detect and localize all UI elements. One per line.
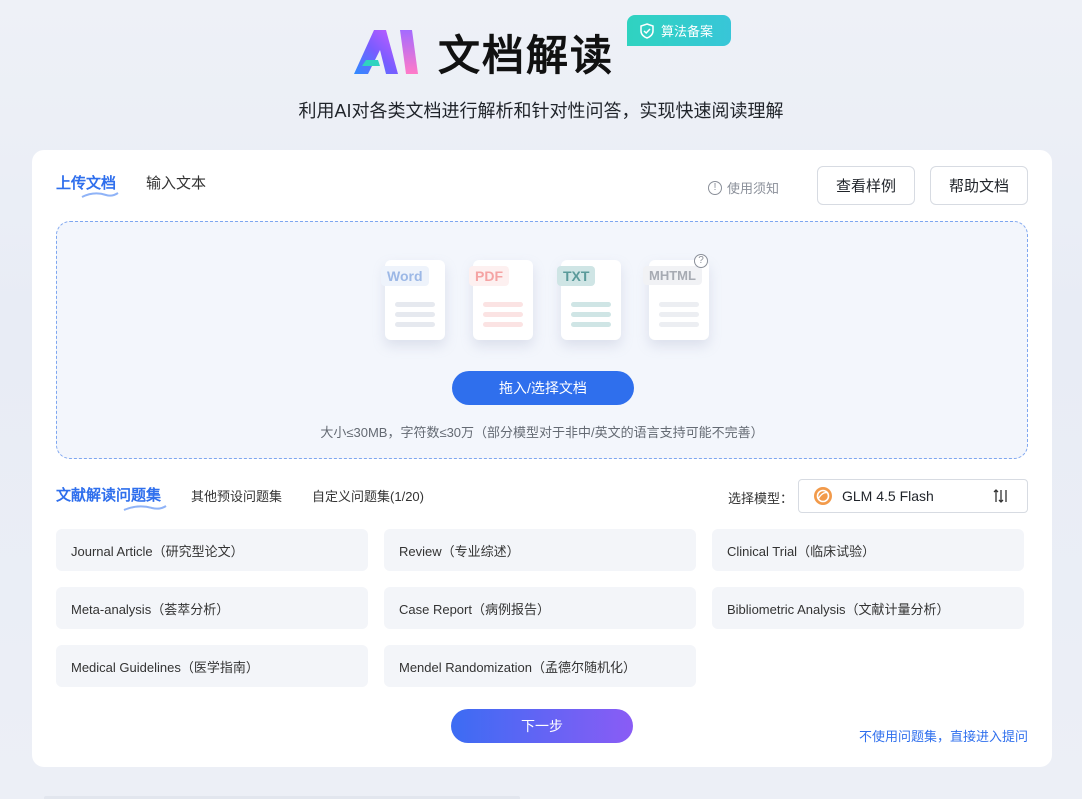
file-type-label: Word [381,266,429,286]
select-document-button[interactable]: 拖入/选择文档 [452,371,634,405]
badge-label: 算法备案 [661,24,714,39]
view-sample-button[interactable]: 查看样例 [817,166,915,205]
question-set-item[interactable]: Clinical Trial（临床试验） [712,529,1024,571]
tab-underline-decoration [81,192,119,198]
file-type-label: TXT [557,266,596,286]
tab-upload-document[interactable]: 上传文档 [56,172,119,198]
file-type-icons: Word PDF TXT MHTML [381,256,709,340]
sort-icon [993,489,1007,503]
tab-input-text[interactable]: 输入文本 [146,172,206,193]
question-circle-icon[interactable]: ? [694,254,708,268]
question-set-item[interactable]: Review（专业综述） [384,529,696,571]
page-subtitle: 利用AI对各类文档进行解析和针对性问答，实现快速阅读理解 [298,101,784,121]
tab-label: 其他预设问题集 [191,489,283,504]
tab-label: 文献解读问题集 [56,487,162,504]
model-select[interactable]: GLM 4.5 Flash [798,479,1028,513]
usage-notice-link[interactable]: ! 使用须知 [708,178,779,197]
question-set-tabs: 文献解读问题集 其他预设问题集 自定义问题集(1/20) [56,484,454,511]
file-type-label: PDF [469,266,509,286]
model-logo-icon [814,487,832,505]
tab-label: 输入文本 [146,175,207,192]
model-select-label: 选择模型： [728,491,794,506]
question-set-item[interactable]: Mendel Randomization（孟德尔随机化） [384,645,696,687]
header: 文档解读 算法备案 利用AI对各类文档进行解析和针对性问答，实现快速阅读理解 [0,0,1082,140]
shield-check-icon [640,22,654,39]
skip-question-set-link[interactable]: 不使用问题集，直接进入提问 [859,726,1028,745]
tab-label: 自定义问题集(1/20) [312,489,424,504]
mhtml-file-icon: MHTML [643,256,709,340]
algorithm-filing-badge: 算法备案 [627,15,731,46]
question-set-item[interactable]: Journal Article（研究型论文） [56,529,368,571]
help-docs-button[interactable]: 帮助文档 [930,166,1028,205]
txt-file-icon: TXT [557,256,621,340]
word-file-icon: Word [381,256,445,340]
upload-dropzone[interactable]: Word PDF TXT MHTML ? 拖入/选择文档 大小≤30MB，字符数… [56,221,1028,459]
main-card: 上传文档 输入文本 ! 使用须知 查看样例 帮助文档 Word PDF TXT … [32,150,1052,767]
upload-limit-text: 大小≤30MB，字符数≤30万（部分模型对于非中/英文的语言支持可能不完善） [320,425,764,440]
exclamation-circle-icon: ! [708,180,722,195]
next-step-button[interactable]: 下一步 [451,709,633,743]
model-selected-value: GLM 4.5 Flash [842,488,934,504]
input-mode-tabs: 上传文档 输入文本 [56,172,206,198]
question-set-item[interactable]: Meta-analysis（荟萃分析） [56,587,368,629]
question-set-grid: Journal Article（研究型论文） Review（专业综述） Clin… [56,529,1024,687]
brand-title: 文档解读 [438,31,615,80]
question-set-item[interactable]: Case Report（病例报告） [384,587,696,629]
question-set-item[interactable]: Medical Guidelines（医学指南） [56,645,368,687]
tab-other-preset-question-set[interactable]: 其他预设问题集 [191,486,282,505]
tab-custom-question-set[interactable]: 自定义问题集(1/20) [312,486,424,505]
tab-literature-question-set[interactable]: 文献解读问题集 [56,484,167,511]
pdf-file-icon: PDF [469,256,533,340]
ai-logo-icon [354,30,418,74]
tab-underline-decoration [123,505,167,511]
notice-label: 使用须知 [727,181,780,196]
tab-label: 上传文档 [56,175,117,192]
question-set-item[interactable]: Bibliometric Analysis（文献计量分析） [712,587,1024,629]
file-type-label: MHTML [643,266,702,285]
